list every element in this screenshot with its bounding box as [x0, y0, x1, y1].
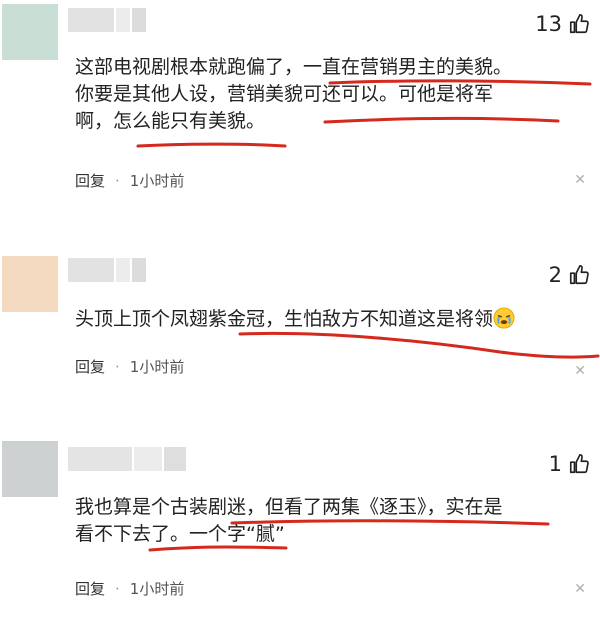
reply-button[interactable]: 回复 [75, 172, 105, 190]
comment-text: 头顶上顶个凤翅紫金冠，生怕敌方不知道这是将领 [75, 306, 582, 333]
meta-separator: · [115, 172, 120, 190]
avatar[interactable] [2, 4, 58, 60]
comment-line: 看不下去了。一个字“腻” [75, 523, 285, 545]
username-blurred[interactable] [68, 258, 148, 282]
avatar[interactable] [2, 441, 58, 497]
comment-text: 我也算是个古装剧迷，但看了两集《逐玉》，实在是 看不下去了。一个字“腻” [75, 494, 582, 548]
comment-time: 1小时前 [129, 358, 185, 376]
thumbs-up-icon[interactable] [568, 13, 590, 35]
username-blurred[interactable] [68, 447, 188, 471]
comment-line: 我也算是个古装剧迷，但看了两集《逐玉》，实在是 [75, 496, 503, 518]
comment-meta: 回复 · 1小时前 [75, 578, 184, 599]
comment-line: 头顶上顶个凤翅紫金冠，生怕敌方不知道这是将领 [75, 306, 582, 333]
comment-meta: 回复 · 1小时前 [75, 170, 184, 191]
comment-line: 你要是其他人设，营销美貌可还可以。可他是将军 [75, 83, 494, 105]
close-icon[interactable]: ✕ [574, 363, 586, 379]
avatar[interactable] [2, 256, 58, 312]
comment-text: 这部电视剧根本就跑偏了，一直在营销男主的美貌。 你要是其他人设，营销美貌可还可以… [75, 54, 582, 135]
comment-line-text: 头顶上顶个凤翅紫金冠，生怕敌方不知道这是将领 [75, 308, 494, 330]
like-button[interactable]: 2 [549, 263, 590, 287]
like-count: 2 [548, 263, 562, 287]
reply-button[interactable]: 回复 [75, 358, 105, 376]
close-icon[interactable]: ✕ [574, 581, 586, 597]
meta-separator: · [115, 358, 120, 376]
like-count: 13 [535, 12, 562, 36]
comment-meta: 回复 · 1小时前 [75, 356, 184, 377]
meta-separator: · [115, 580, 120, 598]
like-button[interactable]: 13 [535, 12, 590, 36]
crying-emoji-icon [493, 307, 515, 329]
thumbs-up-icon[interactable] [568, 264, 590, 286]
comment-line: 啊，怎么能只有美貌。 [75, 110, 266, 132]
comment-time: 1小时前 [129, 172, 185, 190]
comment-time: 1小时前 [129, 580, 185, 598]
thumbs-up-icon[interactable] [568, 453, 590, 475]
like-count: 1 [548, 452, 562, 476]
reply-button[interactable]: 回复 [75, 580, 105, 598]
close-icon[interactable]: ✕ [574, 172, 586, 188]
username-blurred[interactable] [68, 8, 148, 32]
comment-line: 这部电视剧根本就跑偏了，一直在营销男主的美貌。 [75, 56, 513, 78]
like-button[interactable]: 1 [549, 452, 590, 476]
